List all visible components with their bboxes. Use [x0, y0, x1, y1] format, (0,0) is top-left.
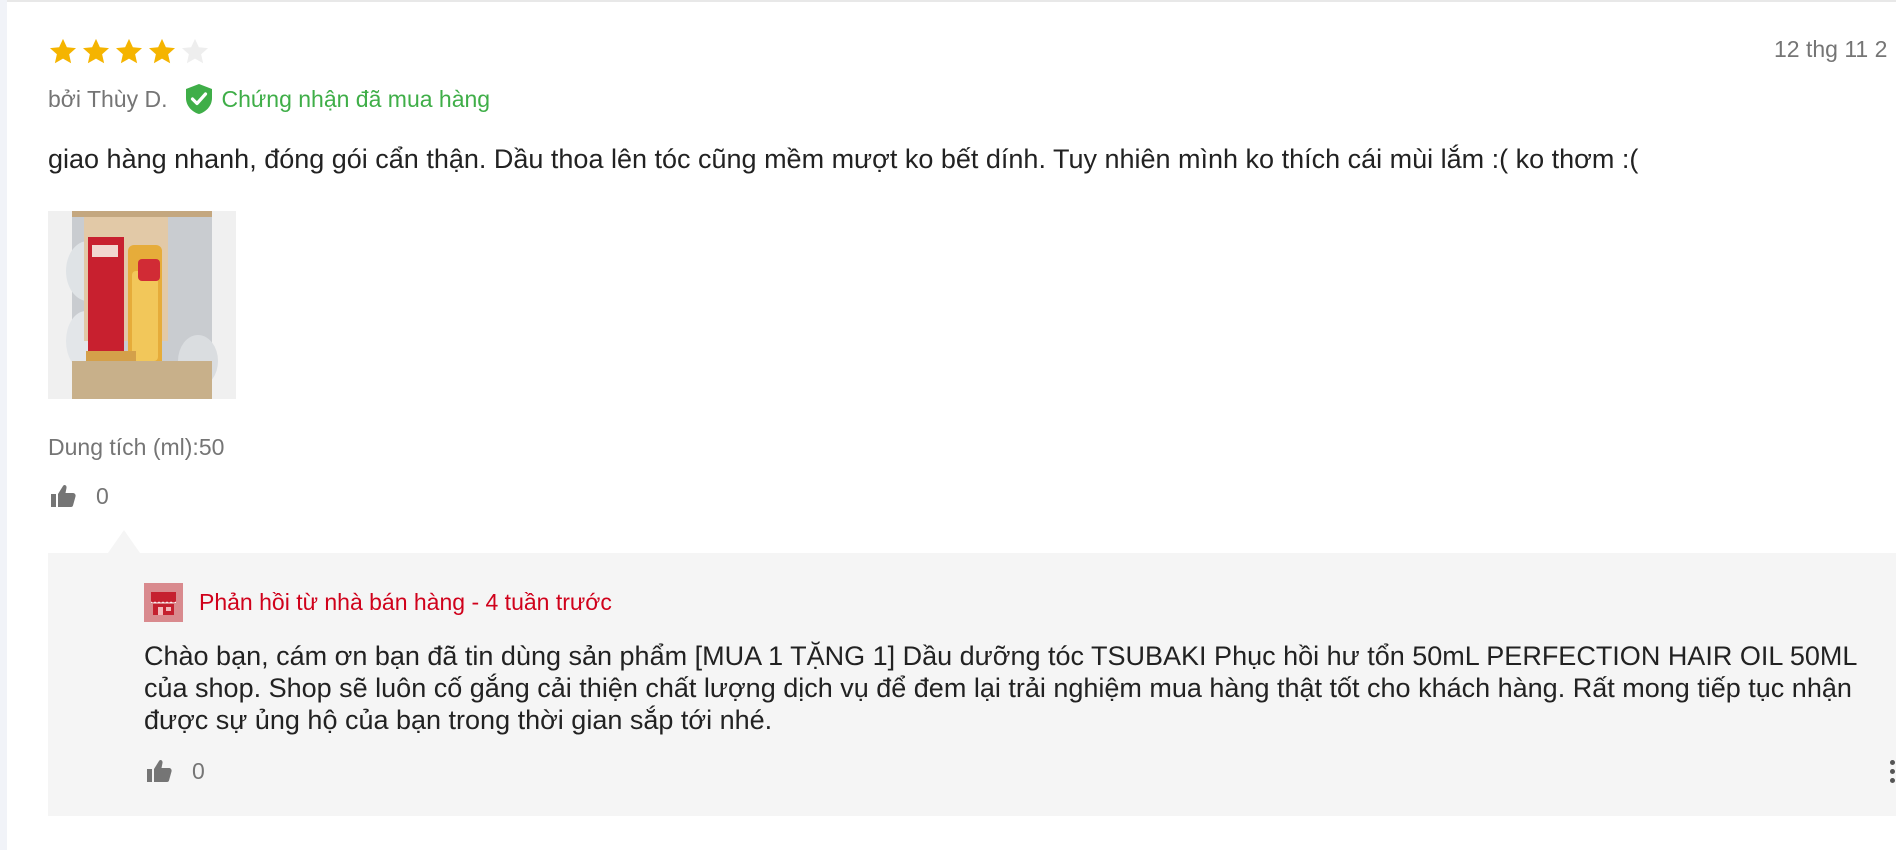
- shop-store-icon: [144, 583, 183, 622]
- more-vertical-icon[interactable]: [1888, 757, 1896, 785]
- thumbs-up-icon[interactable]: [146, 757, 174, 785]
- verified-shield-check-icon: [186, 84, 213, 114]
- review-date: 12 thg 11 2: [1774, 36, 1888, 62]
- review-like: 0: [50, 482, 109, 510]
- review-text: giao hàng nhanh, đóng gói cẩn thận. Dầu …: [48, 144, 1639, 174]
- star-icon: [149, 38, 175, 64]
- thumbs-up-icon[interactable]: [50, 482, 78, 510]
- product-variant: Dung tích (ml):50: [48, 434, 225, 460]
- reviewer-name: bởi Thùy D.: [48, 85, 168, 112]
- review-photo[interactable]: [48, 211, 236, 399]
- star-icon: [83, 38, 109, 64]
- seller-reply-text: Chào bạn, cám ơn bạn đã tin dùng sản phẩ…: [144, 641, 1857, 735]
- seller-reply-header: Phản hồi từ nhà bán hàng - 4 tuần trước: [144, 583, 612, 622]
- star-icon: [116, 38, 142, 64]
- seller-reply-title: Phản hồi từ nhà bán hàng - 4 tuần trước: [199, 589, 612, 615]
- reply-pointer: [108, 530, 140, 553]
- top-divider: [0, 0, 1896, 2]
- verified-purchase-badge: Chứng nhận đã mua hàng: [184, 83, 490, 115]
- left-edge: [0, 0, 7, 850]
- verified-label: Chứng nhận đã mua hàng: [221, 85, 491, 112]
- review-photo-image: [48, 211, 236, 399]
- star-icon: [182, 38, 208, 64]
- review-byline: bởi Thùy D. Chứng nhận đã mua hàng: [48, 83, 490, 115]
- star-icon: [50, 38, 76, 64]
- like-count: 0: [96, 482, 109, 509]
- reply-like-count: 0: [192, 757, 205, 784]
- star-rating: [48, 37, 210, 67]
- reply-like: 0: [146, 757, 205, 785]
